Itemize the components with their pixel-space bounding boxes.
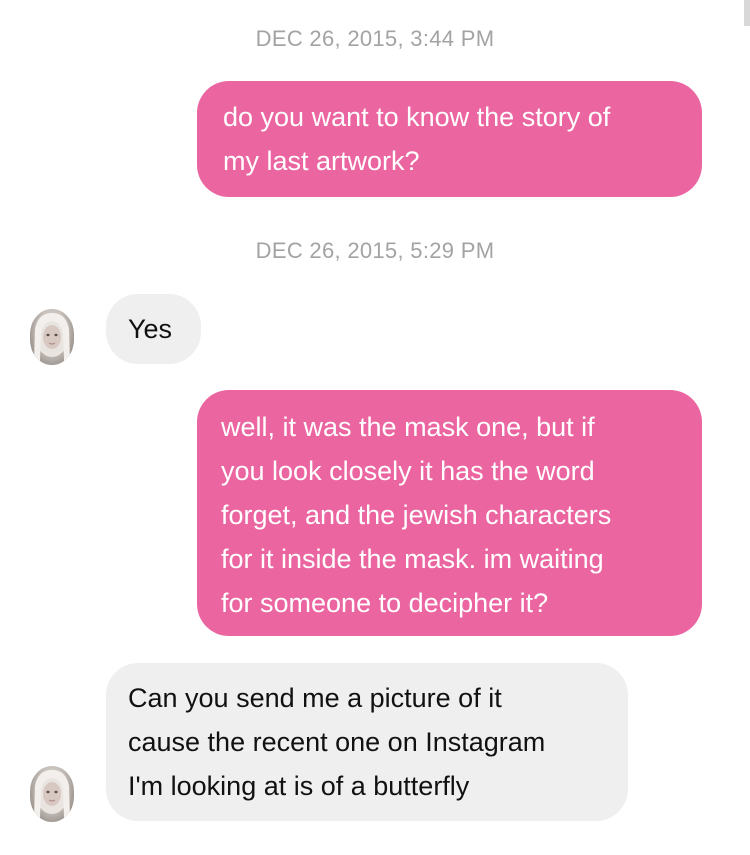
message-line: forget, and the jewish characters <box>221 500 612 530</box>
timestamp: DEC 26, 2015, 5:29 PM <box>255 238 495 263</box>
profile-photo-icon <box>34 770 70 818</box>
message-line: you look closely it has the word <box>221 456 595 486</box>
message-line: cause the recent one on Instagram <box>128 727 546 757</box>
received-message[interactable]: Can you send me a picture of it cause th… <box>106 663 628 821</box>
message-line: for it inside the mask. im waiting <box>221 544 604 574</box>
avatar[interactable] <box>30 766 74 822</box>
message-thread: DEC 26, 2015, 3:44 PM do you want to kno… <box>0 0 750 855</box>
message-line: Can you send me a picture of it <box>128 683 502 713</box>
timestamp: DEC 26, 2015, 3:44 PM <box>255 26 495 51</box>
message-line: Yes <box>128 314 173 344</box>
message-line: for someone to decipher it? <box>221 588 549 618</box>
received-message[interactable]: Yes <box>106 294 201 364</box>
scroll-indicator <box>744 0 750 26</box>
message-line: I'm looking at is of a butterfly <box>128 771 470 801</box>
profile-photo-icon <box>34 313 70 361</box>
avatar[interactable] <box>30 309 74 365</box>
sent-message[interactable]: well, it was the mask one, but if you lo… <box>197 390 702 636</box>
message-line: my last artwork? <box>223 146 420 176</box>
message-line: well, it was the mask one, but if <box>221 412 595 442</box>
sent-message[interactable]: do you want to know the story of my last… <box>197 81 702 197</box>
message-line: do you want to know the story of <box>223 102 611 132</box>
